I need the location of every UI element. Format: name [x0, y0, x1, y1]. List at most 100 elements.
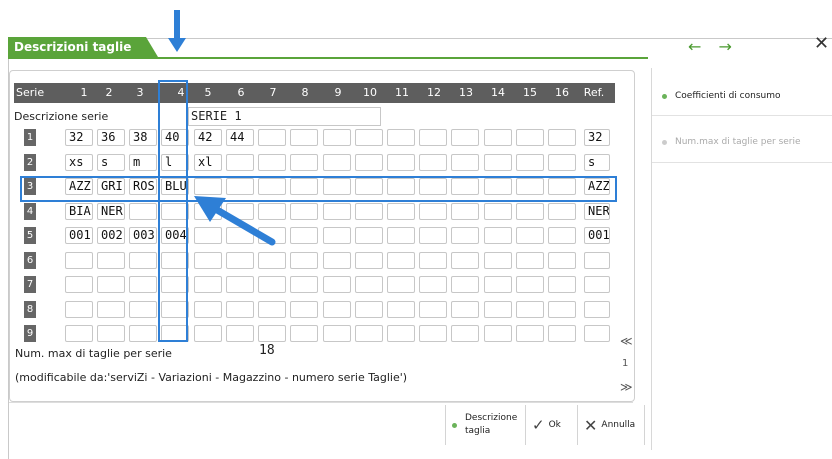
- size-cell[interactable]: [290, 251, 318, 269]
- size-cell[interactable]: [419, 325, 447, 342]
- size-cell[interactable]: [65, 251, 93, 269]
- size-cell[interactable]: [355, 251, 383, 269]
- size-cell[interactable]: [548, 300, 576, 318]
- size-cell[interactable]: [290, 276, 318, 293]
- size-cell[interactable]: [387, 227, 415, 244]
- size-cell[interactable]: [419, 153, 447, 171]
- num-max-value[interactable]: 18: [259, 343, 275, 358]
- size-cell[interactable]: [516, 227, 544, 244]
- size-cell[interactable]: [194, 276, 222, 293]
- size-cell[interactable]: [258, 129, 286, 146]
- size-cell[interactable]: [258, 153, 286, 171]
- size-cell[interactable]: [65, 325, 93, 342]
- size-cell[interactable]: xs: [65, 153, 93, 171]
- size-cell[interactable]: NER: [97, 202, 125, 220]
- size-cell[interactable]: xl: [194, 153, 222, 171]
- size-cell[interactable]: [548, 325, 576, 342]
- coefficienti-di-consumo-item[interactable]: Coefficienti di consumo: [662, 91, 781, 101]
- size-cell[interactable]: [129, 325, 157, 342]
- size-cell[interactable]: [355, 202, 383, 220]
- size-cell[interactable]: [226, 325, 254, 342]
- size-cell[interactable]: [290, 300, 318, 318]
- ref-cell[interactable]: [584, 276, 610, 293]
- size-cell[interactable]: [355, 227, 383, 244]
- size-cell[interactable]: [65, 300, 93, 318]
- size-cell[interactable]: [290, 153, 318, 171]
- size-cell[interactable]: 38: [129, 129, 157, 146]
- size-cell[interactable]: [97, 325, 125, 342]
- size-cell[interactable]: [129, 300, 157, 318]
- size-cell[interactable]: [129, 251, 157, 269]
- size-cell[interactable]: [548, 202, 576, 220]
- size-cell[interactable]: 36: [97, 129, 125, 146]
- descrizione-serie-input[interactable]: SERIE 1: [188, 107, 381, 126]
- size-cell[interactable]: [419, 300, 447, 318]
- size-cell[interactable]: [129, 276, 157, 293]
- size-cell[interactable]: [516, 300, 544, 318]
- size-cell[interactable]: [419, 251, 447, 269]
- size-cell[interactable]: BIA: [65, 202, 93, 220]
- size-cell[interactable]: [65, 276, 93, 293]
- ref-cell[interactable]: [584, 325, 610, 342]
- size-cell[interactable]: [355, 325, 383, 342]
- size-cell[interactable]: m: [129, 153, 157, 171]
- size-cell[interactable]: [484, 227, 512, 244]
- size-cell[interactable]: [323, 325, 351, 342]
- size-cell[interactable]: 001: [65, 227, 93, 244]
- size-cell[interactable]: s: [97, 153, 125, 171]
- size-cell[interactable]: [484, 202, 512, 220]
- size-cell[interactable]: [451, 300, 479, 318]
- size-cell[interactable]: [290, 227, 318, 244]
- size-cell[interactable]: [548, 276, 576, 293]
- annulla-button[interactable]: ✕ Annulla: [577, 405, 645, 445]
- size-cell[interactable]: [387, 300, 415, 318]
- size-cell[interactable]: [387, 276, 415, 293]
- scroll-down-icon[interactable]: ≫: [620, 380, 633, 394]
- size-cell[interactable]: [290, 325, 318, 342]
- size-cell[interactable]: [226, 251, 254, 269]
- size-cell[interactable]: [323, 251, 351, 269]
- size-cell[interactable]: [451, 129, 479, 146]
- size-cell[interactable]: 44: [226, 129, 254, 146]
- size-cell[interactable]: [516, 153, 544, 171]
- size-cell[interactable]: [548, 129, 576, 146]
- size-cell[interactable]: 002: [97, 227, 125, 244]
- size-cell[interactable]: [484, 325, 512, 342]
- size-cell[interactable]: [323, 227, 351, 244]
- ref-cell[interactable]: 001: [584, 227, 610, 244]
- size-cell[interactable]: [484, 153, 512, 171]
- size-cell[interactable]: [419, 227, 447, 244]
- size-cell[interactable]: [387, 251, 415, 269]
- size-cell[interactable]: [323, 300, 351, 318]
- size-cell[interactable]: [387, 325, 415, 342]
- size-cell[interactable]: [323, 153, 351, 171]
- size-cell[interactable]: [484, 300, 512, 318]
- size-cell[interactable]: [419, 202, 447, 220]
- size-cell[interactable]: [97, 251, 125, 269]
- size-cell[interactable]: [451, 227, 479, 244]
- ref-cell[interactable]: 32: [584, 129, 610, 146]
- size-cell[interactable]: [194, 325, 222, 342]
- size-cell[interactable]: [323, 276, 351, 293]
- size-cell[interactable]: [419, 129, 447, 146]
- size-cell[interactable]: [258, 276, 286, 293]
- size-cell[interactable]: [451, 153, 479, 171]
- size-cell[interactable]: [355, 153, 383, 171]
- size-cell[interactable]: [484, 251, 512, 269]
- size-cell[interactable]: [258, 325, 286, 342]
- size-cell[interactable]: 42: [194, 129, 222, 146]
- tab-descrizioni-taglie[interactable]: Descrizioni taglie: [8, 37, 158, 57]
- size-cell[interactable]: [419, 276, 447, 293]
- size-cell[interactable]: [226, 300, 254, 318]
- descrizione-taglia-button[interactable]: Descrizione taglia: [445, 405, 525, 445]
- size-cell[interactable]: [387, 129, 415, 146]
- size-cell[interactable]: [194, 251, 222, 269]
- size-cell[interactable]: [355, 300, 383, 318]
- ref-cell[interactable]: [584, 251, 610, 269]
- size-cell[interactable]: [451, 202, 479, 220]
- size-cell[interactable]: [516, 202, 544, 220]
- size-cell[interactable]: [484, 276, 512, 293]
- size-cell[interactable]: [258, 251, 286, 269]
- ok-button[interactable]: ✓ Ok: [525, 405, 577, 445]
- size-cell[interactable]: [516, 251, 544, 269]
